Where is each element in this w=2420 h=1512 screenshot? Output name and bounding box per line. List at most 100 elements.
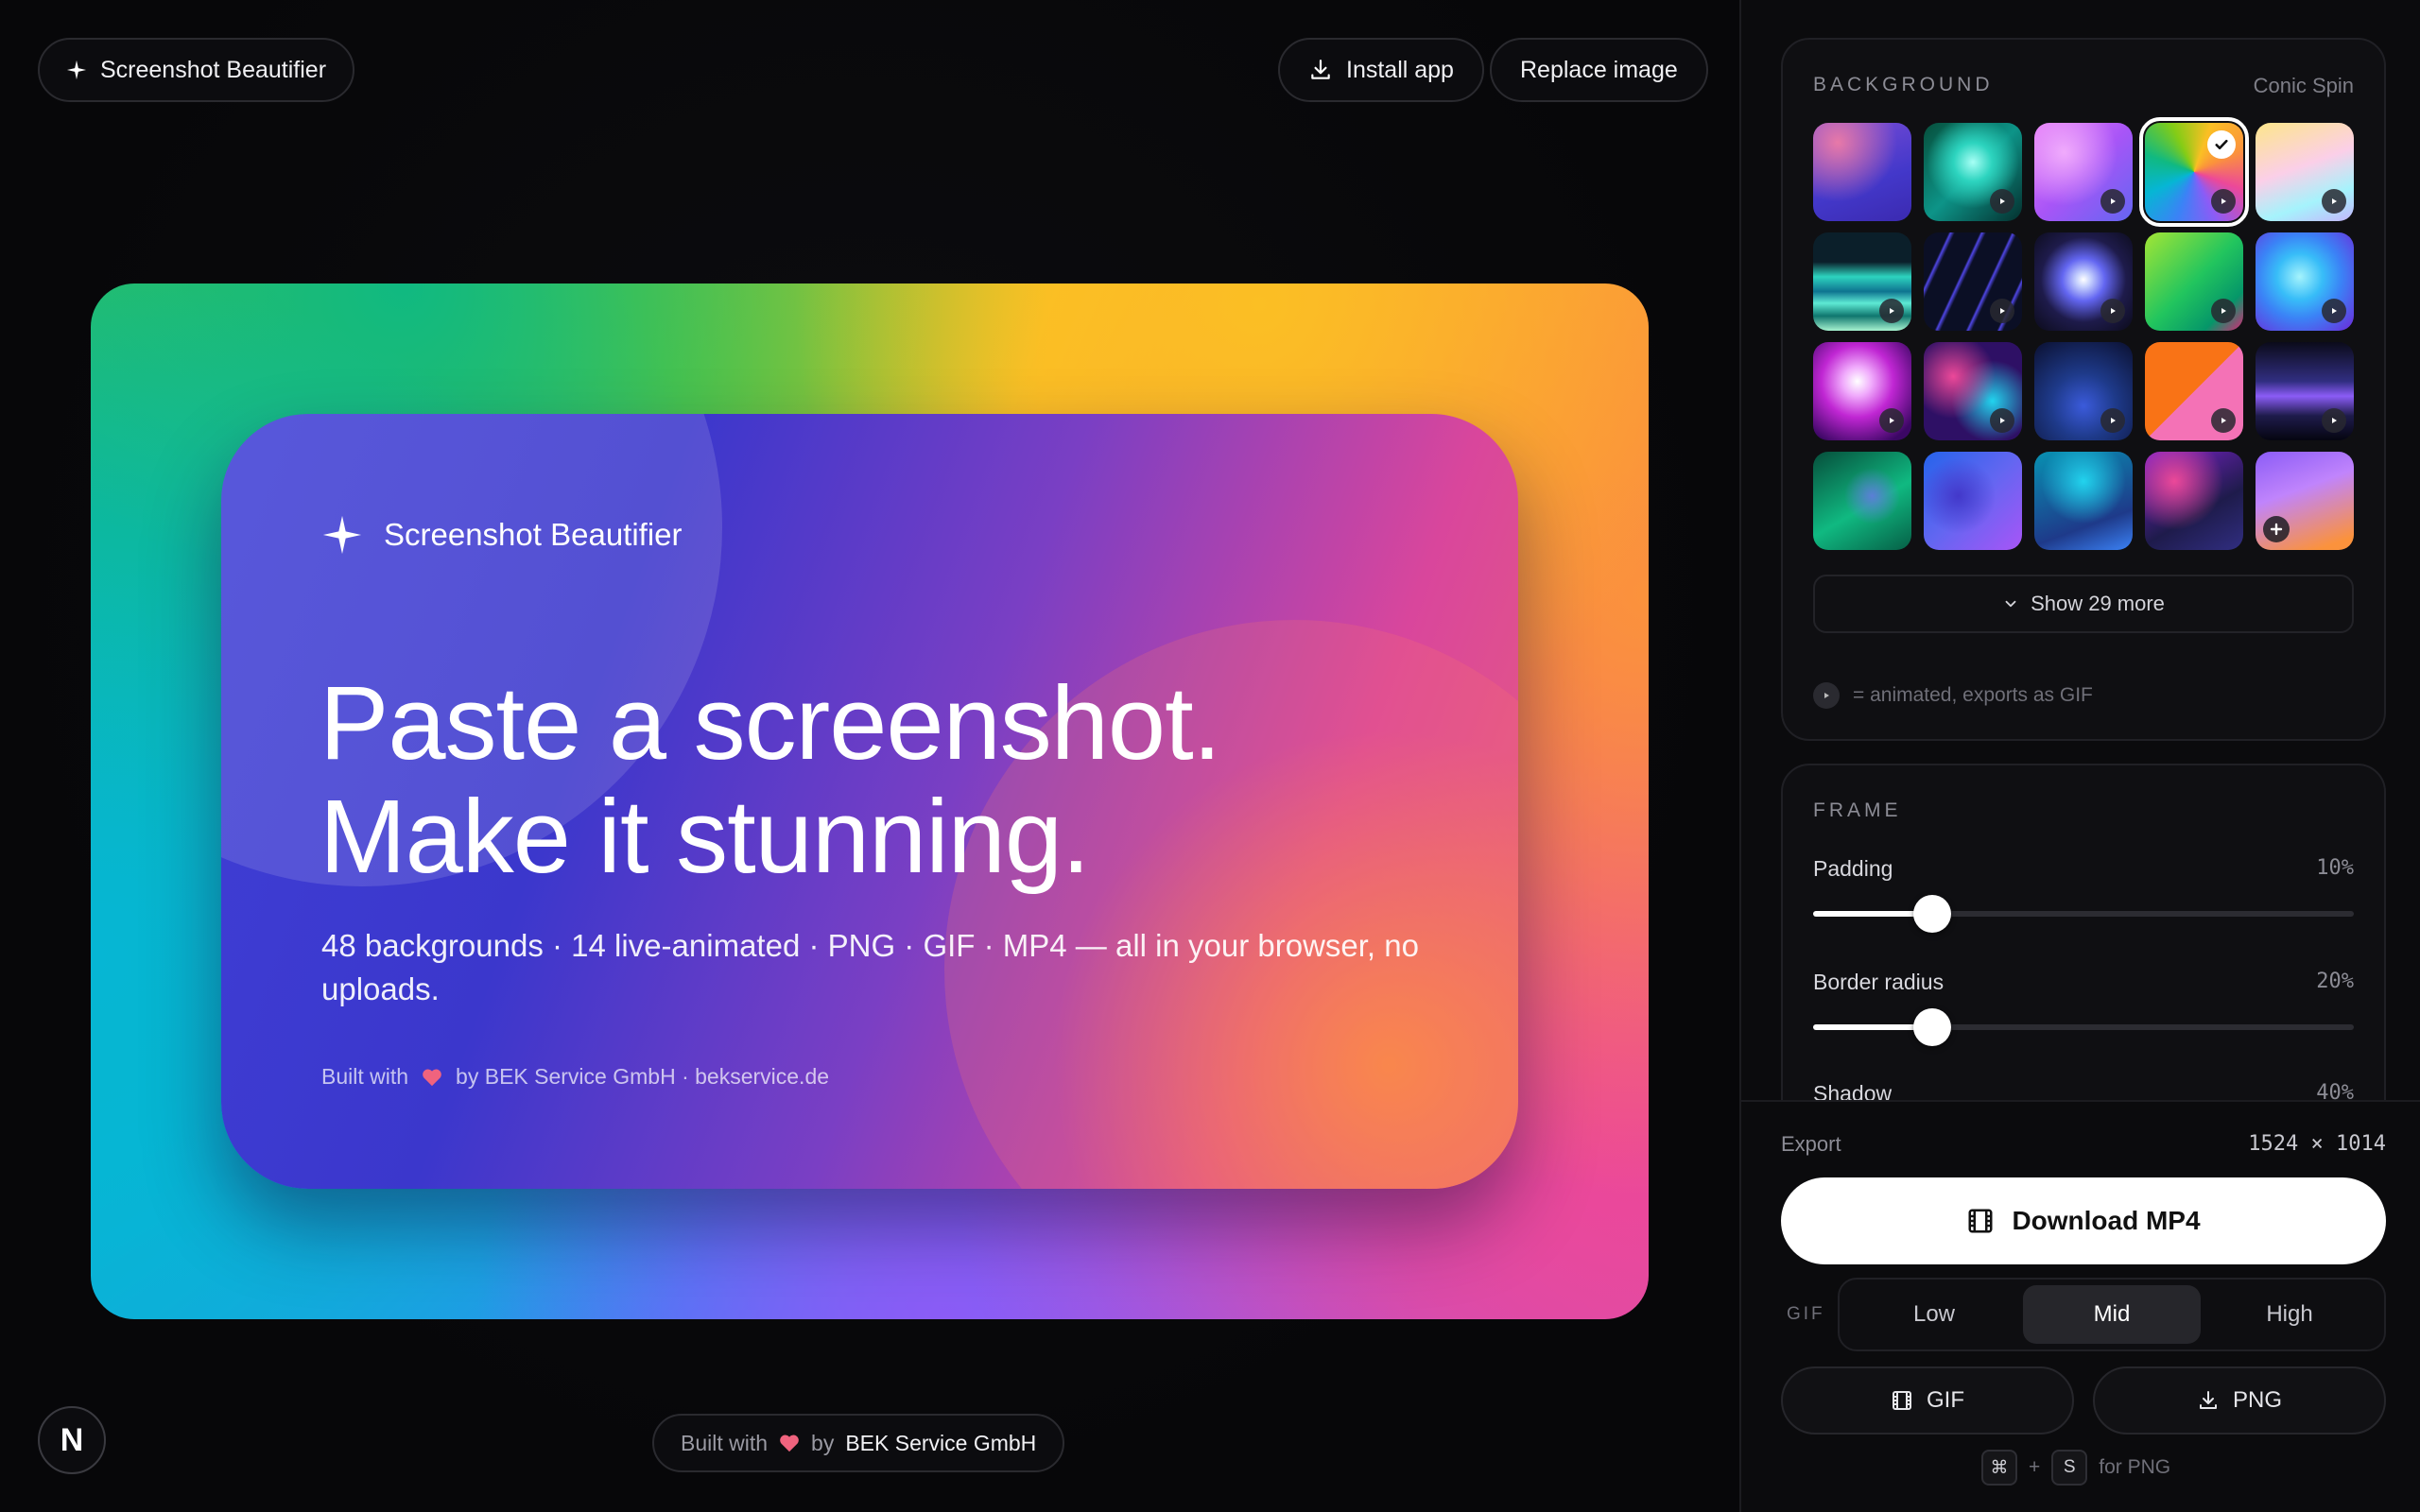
swatch-teal-waves[interactable] <box>1813 232 1911 331</box>
play-icon <box>2322 299 2346 323</box>
play-icon <box>2322 189 2346 214</box>
padding-slider[interactable] <box>1813 895 2354 933</box>
sparkle-icon <box>66 60 87 80</box>
swatch-pink-indigo[interactable] <box>1813 123 1911 221</box>
download-mp4-button[interactable]: Download MP4 <box>1781 1177 2386 1264</box>
preview-canvas: Screenshot Beautifier Paste a screenshot… <box>91 284 1649 1319</box>
export-section: Export 1524 × 1014 Download MP4 GIF Low … <box>1741 1100 2420 1512</box>
animated-legend: = animated, exports as GIF <box>1813 682 2093 709</box>
heart-icon <box>422 1068 442 1087</box>
swatch-indigo-orb[interactable] <box>2034 232 2133 331</box>
play-icon <box>2211 189 2236 214</box>
built-with-pill[interactable]: Built with by BEK Service GmbH <box>652 1414 1065 1472</box>
film-icon <box>1966 1207 1995 1235</box>
company-link[interactable]: BEK Service GmbH <box>845 1431 1036 1456</box>
swatch-pink-navy-mesh[interactable] <box>2145 452 2243 550</box>
border-radius-slider-knob[interactable] <box>1912 1008 1951 1046</box>
frame-title: FRAME <box>1813 799 1902 821</box>
preview-brand: Screenshot Beautifier <box>321 514 683 556</box>
border-radius-label: Border radius <box>1813 970 1945 994</box>
radius-slider-row: Border radius 20% <box>1813 970 2354 1046</box>
install-app-button[interactable]: Install app <box>1278 38 1484 102</box>
shortcut-plus: + <box>2029 1456 2041 1478</box>
preview-brand-name: Screenshot Beautifier <box>384 517 683 552</box>
swatch-custom-gradient[interactable] <box>2256 452 2354 550</box>
install-app-label: Install app <box>1346 56 1454 83</box>
play-icon <box>2100 299 2125 323</box>
play-icon <box>2322 408 2346 433</box>
swatch-lime-emerald[interactable] <box>2145 232 2243 331</box>
shortcut-hint-text: for PNG <box>2099 1456 2171 1478</box>
padding-value: 10% <box>2316 856 2354 880</box>
swatch-blue-indigo-mesh[interactable] <box>1924 452 2022 550</box>
preview-subtitle: 48 backgrounds · 14 live-animated · PNG … <box>321 928 1419 1006</box>
swatch-orange-pink-split[interactable] <box>2145 342 2243 440</box>
frame-section: FRAME Padding 10% Border radius 20% Shad… <box>1781 764 2386 1142</box>
sparkle-icon <box>321 514 363 556</box>
background-title: BACKGROUND <box>1813 74 1994 95</box>
preview-headline: Paste a screenshot. Make it stunning. <box>320 665 1221 895</box>
swatch-magenta-orb[interactable] <box>1813 342 1911 440</box>
play-icon <box>1990 408 2014 433</box>
check-icon <box>2207 130 2236 159</box>
play-icon <box>1879 299 1904 323</box>
swatch-cyan-teal-mesh[interactable] <box>2034 452 2133 550</box>
play-icon <box>2100 408 2125 433</box>
screenshot-preview: Screenshot Beautifier Paste a screenshot… <box>221 414 1518 1189</box>
quality-low[interactable]: Low <box>1845 1285 2023 1344</box>
play-icon <box>2211 408 2236 433</box>
export-label: Export <box>1781 1132 1841 1156</box>
headline-line-2: Make it stunning. <box>320 779 1091 895</box>
swatch-violet-pink[interactable] <box>2034 123 2133 221</box>
swatch-teal-glow[interactable] <box>1924 123 2022 221</box>
show-more-label: Show 29 more <box>2031 592 2165 615</box>
settings-panel: BACKGROUND Conic Spin Show 29 more = ani… <box>1739 0 2420 1512</box>
keyboard-shortcut-hint: ⌘ + S for PNG <box>1981 1450 2170 1486</box>
swatch-conic-spin[interactable] <box>2139 117 2249 227</box>
play-icon <box>1879 408 1904 433</box>
padding-slider-knob[interactable] <box>1912 895 1951 933</box>
replace-image-label: Replace image <box>1520 56 1678 83</box>
replace-image-button[interactable]: Replace image <box>1490 38 1708 102</box>
workspace: Screenshot Beautifier Install app Replac… <box>0 0 1739 1512</box>
padding-label: Padding <box>1813 856 1893 881</box>
preview-by-company: by BEK Service GmbH · bekservice.de <box>456 1064 830 1089</box>
show-more-button[interactable]: Show 29 more <box>1813 575 2354 633</box>
swatch-night-horizon[interactable] <box>2256 342 2354 440</box>
built-with-text: Built with <box>681 1430 769 1455</box>
swatch-emerald-mesh[interactable] <box>1813 452 1911 550</box>
gif-quality-selector: Low Mid High <box>1838 1278 2386 1351</box>
border-radius-value: 20% <box>2316 970 2354 993</box>
download-icon <box>2197 1389 2220 1412</box>
export-dimensions: 1524 × 1014 <box>2248 1132 2386 1156</box>
quality-high[interactable]: High <box>2201 1285 2378 1344</box>
preview-footer: Built with by BEK Service GmbH · bekserv… <box>321 1064 829 1090</box>
quality-mid[interactable]: Mid <box>2023 1285 2201 1344</box>
padding-slider-row: Padding 10% <box>1813 856 2354 933</box>
preview-built-with: Built with <box>321 1064 409 1089</box>
swatch-deep-blue[interactable] <box>2034 342 2133 440</box>
by-text: by <box>811 1430 835 1455</box>
export-gif-button[interactable]: GIF <box>1781 1366 2074 1435</box>
swatch-pink-cyan-aurora[interactable] <box>1924 342 2022 440</box>
play-icon <box>1813 682 1840 709</box>
play-icon <box>1990 189 2014 214</box>
swatch-cyan-blue-glow[interactable] <box>2256 232 2354 331</box>
export-png-button[interactable]: PNG <box>2093 1366 2386 1435</box>
brand-pill[interactable]: Screenshot Beautifier <box>38 38 355 102</box>
border-radius-slider[interactable] <box>1813 1008 2354 1046</box>
background-section: BACKGROUND Conic Spin Show 29 more = ani… <box>1781 38 2386 741</box>
animated-legend-text: = animated, exports as GIF <box>1853 684 2093 706</box>
headline-line-1: Paste a screenshot. <box>320 665 1221 782</box>
swatch-pastel-peach[interactable] <box>2256 123 2354 221</box>
command-key: ⌘ <box>1981 1450 2017 1486</box>
download-mp4-label: Download MP4 <box>2012 1206 2201 1235</box>
chevron-down-icon <box>2002 595 2019 612</box>
background-swatch-grid <box>1813 117 2354 550</box>
s-key: S <box>2051 1450 2088 1486</box>
swatch-diagonal-lines[interactable] <box>1924 232 2022 331</box>
brand-name: Screenshot Beautifier <box>100 56 327 83</box>
gif-quality-label: GIF <box>1787 1304 1825 1324</box>
export-gif-label: GIF <box>1927 1387 1964 1413</box>
n-badge[interactable]: N <box>38 1406 106 1474</box>
